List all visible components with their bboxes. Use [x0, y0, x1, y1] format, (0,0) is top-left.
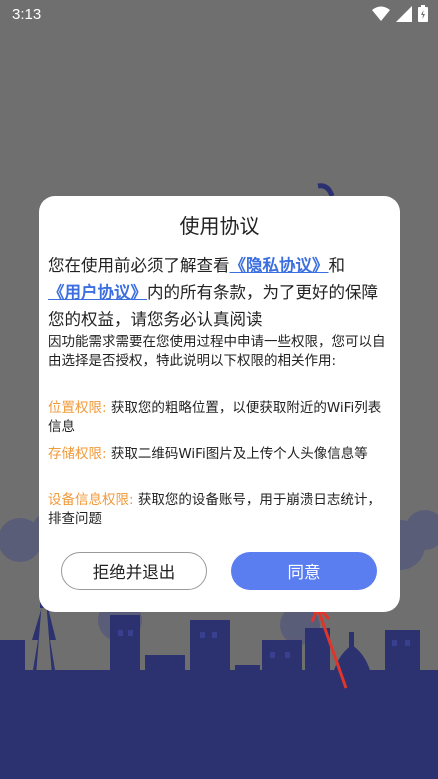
- privacy-policy-link[interactable]: 《隐私协议》: [230, 256, 329, 275]
- intro-and: 和: [328, 256, 346, 275]
- signal-icon: [396, 5, 412, 22]
- battery-icon: [418, 5, 428, 22]
- status-icons: [372, 5, 428, 22]
- permission-device-info: 设备信息权限: 获取您的设备账号，用于崩溃日志统计，排查问题: [48, 491, 394, 528]
- dialog-title: 使用协议: [179, 214, 260, 238]
- permission-label: 设备信息权限:: [48, 492, 134, 508]
- status-bar: 3:13: [0, 0, 438, 30]
- permission-location: 位置权限: 获取您的粗略位置，以便获取附近的WiFi列表信息: [48, 399, 394, 436]
- wifi-icon: [372, 6, 390, 21]
- intro-prefix: 您在使用前必须了解查看: [48, 256, 230, 275]
- permission-desc: 获取二维码WiFi图片及上传个人头像信息等: [106, 446, 368, 462]
- permission-label: 存储权限:: [48, 446, 107, 462]
- permissions-intro: 因功能需求需要在您使用过程中申请一些权限，您可以自由选择是否授权，特此说明以下权…: [48, 334, 386, 369]
- intro-text: 您在使用前必须了解查看《隐私协议》和 《用户协议》内的所有条款，为了更好的保障您的…: [48, 252, 394, 333]
- permission-storage: 存储权限: 获取二维码WiFi图片及上传个人头像信息等: [48, 445, 394, 464]
- status-time: 3:13: [12, 6, 42, 23]
- usage-agreement-dialog: 使用协议 您在使用前必须了解查看《隐私协议》和 《用户协议》内的所有条款，为了更好…: [39, 196, 400, 612]
- agree-button[interactable]: 同意: [231, 552, 377, 590]
- user-agreement-link[interactable]: 《用户协议》: [48, 283, 147, 302]
- permission-label: 位置权限:: [48, 400, 107, 416]
- reject-and-exit-button[interactable]: 拒绝并退出: [61, 552, 207, 590]
